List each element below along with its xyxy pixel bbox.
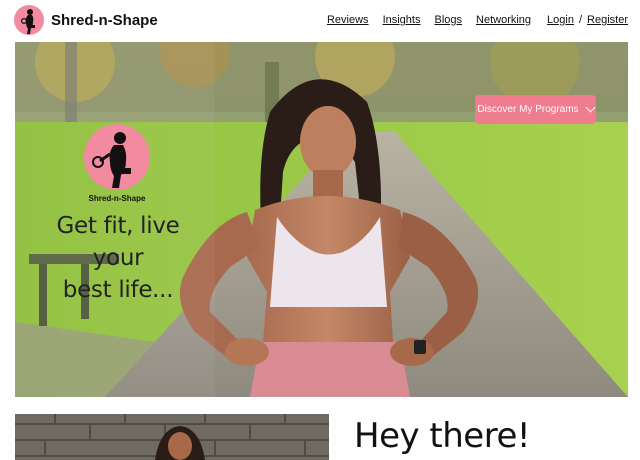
nav-separator: / (578, 14, 583, 26)
discover-programs-label: Discover My Programs (477, 104, 579, 115)
hero-logo-text: Shred-n-Shape (88, 194, 146, 203)
about-photo (15, 414, 329, 460)
brand-home-link[interactable]: Shred-n-Shape (14, 5, 158, 35)
tagline-line-2: best life... (62, 277, 174, 303)
hero-logo-icon (84, 124, 150, 190)
nav-blogs-link[interactable]: Blogs (434, 14, 462, 26)
chevron-down-icon (585, 102, 596, 113)
brand-name: Shred-n-Shape (51, 11, 158, 29)
nav-reviews-link[interactable]: Reviews (327, 14, 369, 26)
tagline-line-1: Get fit, live your (56, 213, 180, 271)
discover-programs-button[interactable]: Discover My Programs (475, 95, 596, 124)
nav-insights-link[interactable]: Insights (383, 14, 421, 26)
about-greeting-heading: Hey there! (354, 416, 531, 456)
nav-networking-link[interactable]: Networking (476, 14, 531, 26)
site-header: Shred-n-Shape Reviews Insights Blogs Net… (0, 0, 640, 42)
nav-login-link[interactable]: Login (547, 14, 574, 26)
nav-register-link[interactable]: Register (587, 14, 628, 26)
main-nav: Reviews Insights Blogs Networking Login … (313, 14, 628, 26)
hero-tagline: Get fit, live your best life... (33, 210, 203, 306)
hero-banner: Discover My Programs Shred-n-Shape Get f… (15, 42, 628, 397)
brand-logo-icon (14, 5, 44, 35)
